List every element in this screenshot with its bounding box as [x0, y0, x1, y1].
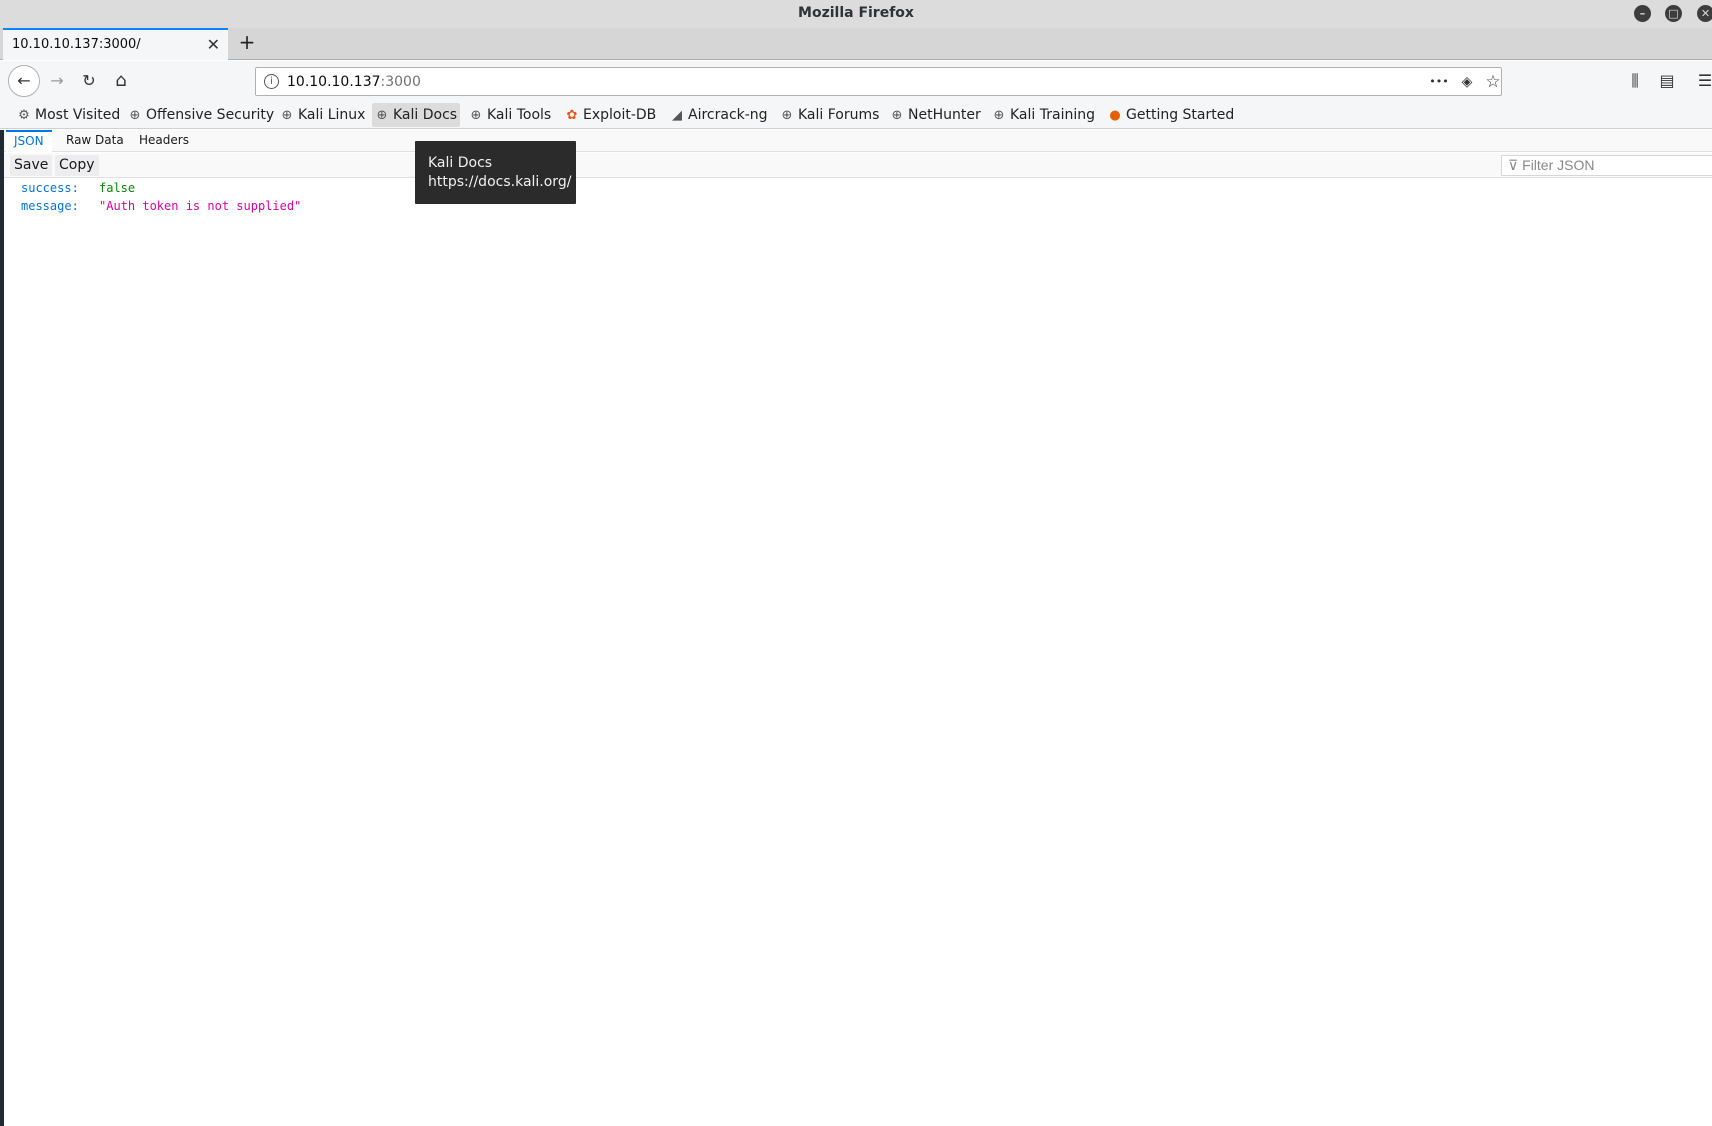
globe-icon: ⊕	[993, 108, 1005, 123]
tooltip-title: Kali Docs	[428, 155, 493, 171]
globe-icon: ⊕	[281, 108, 293, 123]
json-value: false	[99, 181, 136, 195]
bookmark-label: Kali Forums	[798, 107, 880, 123]
bookmark-kali-docs[interactable]: ⊕ Kali Docs	[372, 103, 461, 127]
tooltip-url: https://docs.kali.org/	[428, 174, 572, 190]
json-value: "Auth token is not supplied"	[99, 199, 302, 213]
aircrack-icon: ◢	[672, 108, 682, 123]
firefox-icon: ●	[1109, 108, 1121, 123]
bookmark-label: Aircrack-ng	[688, 107, 768, 123]
bookmark-label: Kali Linux	[298, 107, 366, 123]
bookmarks-toolbar: ⚙ Most Visited ⊕ Offensive Security ⊕ Kali …	[0, 101, 1712, 129]
bookmark-label: Kali Training	[1010, 107, 1095, 123]
pocket-icon[interactable]: ◈	[1457, 72, 1477, 92]
json-content: success: false message: "Auth token is n…	[4, 179, 1712, 1126]
tab-json[interactable]: JSON	[6, 130, 52, 152]
bookmark-label: NetHunter	[908, 107, 981, 123]
bookmark-label: Kali Tools	[487, 107, 552, 123]
url-text[interactable]: 10.10.10.137:3000	[287, 74, 421, 90]
bookmark-offensive-security[interactable]: ⊕ Offensive Security	[125, 103, 277, 127]
page-actions-icon[interactable]: •••	[1429, 72, 1449, 92]
window-title: Mozilla Firefox	[798, 5, 914, 21]
url-bar[interactable]: i 10.10.10.137:3000 ••• ◈ ☆	[255, 67, 1502, 96]
json-key: message:	[21, 199, 79, 213]
library-icon[interactable]: ⫼	[1620, 66, 1650, 96]
navigation-toolbar: ← → ↻ ⌂ i 10.10.10.137:3000 ••• ◈ ☆ ⫼ ▤ …	[0, 61, 1712, 101]
globe-icon: ⊕	[891, 108, 903, 123]
bookmark-exploit-db[interactable]: ✿ Exploit-DB	[562, 103, 659, 127]
gear-icon: ⚙	[18, 108, 30, 123]
forward-button[interactable]: →	[42, 66, 72, 96]
save-button[interactable]: Save	[10, 155, 53, 176]
bookmark-star-icon[interactable]: ☆	[1483, 72, 1503, 92]
home-button[interactable]: ⌂	[106, 66, 136, 96]
bookmark-kali-linux[interactable]: ⊕ Kali Linux	[277, 103, 368, 127]
globe-icon: ⊕	[129, 108, 141, 123]
bookmark-label: Exploit-DB	[583, 107, 657, 123]
copy-button[interactable]: Copy	[55, 155, 99, 176]
globe-icon: ⊕	[470, 108, 482, 123]
tab-headers[interactable]: Headers	[131, 130, 197, 152]
bookmark-getting-started[interactable]: ● Getting Started	[1105, 103, 1237, 127]
bookmark-aircrack-ng[interactable]: ◢ Aircrack-ng	[667, 103, 771, 127]
bookmark-label: Most Visited	[35, 107, 121, 123]
reload-button[interactable]: ↻	[74, 66, 104, 96]
url-host: 10.10.10.137	[287, 74, 381, 90]
bookmark-label: Getting Started	[1126, 107, 1235, 123]
tab-title: 10.10.10.137:3000/	[12, 37, 141, 52]
json-viewer-toolbar: Save Copy ⊽ Filter JSON	[4, 153, 1712, 178]
bookmark-label: Offensive Security	[146, 107, 275, 123]
tab-raw-data[interactable]: Raw Data	[58, 130, 132, 152]
bookmark-kali-tools[interactable]: ⊕ Kali Tools	[466, 103, 554, 127]
tab-active[interactable]: 10.10.10.137:3000/ ✕	[3, 28, 228, 60]
bookmark-label: Kali Docs	[393, 107, 458, 123]
new-tab-button[interactable]: +	[235, 31, 259, 55]
url-port: :3000	[380, 74, 421, 90]
back-button[interactable]: ←	[8, 65, 40, 97]
json-key: success:	[21, 181, 79, 195]
maximize-button[interactable]: □	[1665, 5, 1682, 22]
close-tab-icon[interactable]: ✕	[207, 35, 220, 54]
filter-json-input[interactable]: ⊽ Filter JSON	[1501, 155, 1712, 176]
menu-icon[interactable]: ☰	[1690, 66, 1712, 96]
exploitdb-icon: ✿	[566, 108, 578, 123]
bookmark-tooltip: Kali Docs https://docs.kali.org/	[415, 141, 576, 204]
browser-window: Mozilla Firefox – □ ✕ 10.10.10.137:3000/…	[0, 0, 1712, 1126]
bookmark-nethunter[interactable]: ⊕ NetHunter	[887, 103, 984, 127]
minimize-button[interactable]: –	[1634, 5, 1651, 22]
title-bar: Mozilla Firefox – □ ✕	[0, 0, 1712, 28]
globe-icon: ⊕	[376, 108, 388, 123]
globe-icon: ⊕	[781, 108, 793, 123]
sidebar-icon[interactable]: ▤	[1652, 66, 1682, 96]
bookmark-kali-training[interactable]: ⊕ Kali Training	[989, 103, 1098, 127]
bookmark-most-visited[interactable]: ⚙ Most Visited	[14, 103, 123, 127]
close-window-button[interactable]: ✕	[1697, 5, 1712, 22]
json-viewer-tabs: JSON Raw Data Headers	[4, 130, 1712, 152]
info-icon[interactable]: i	[264, 74, 279, 89]
tab-strip: 10.10.10.137:3000/ ✕ +	[0, 28, 1712, 60]
bookmark-kali-forums[interactable]: ⊕ Kali Forums	[777, 103, 882, 127]
